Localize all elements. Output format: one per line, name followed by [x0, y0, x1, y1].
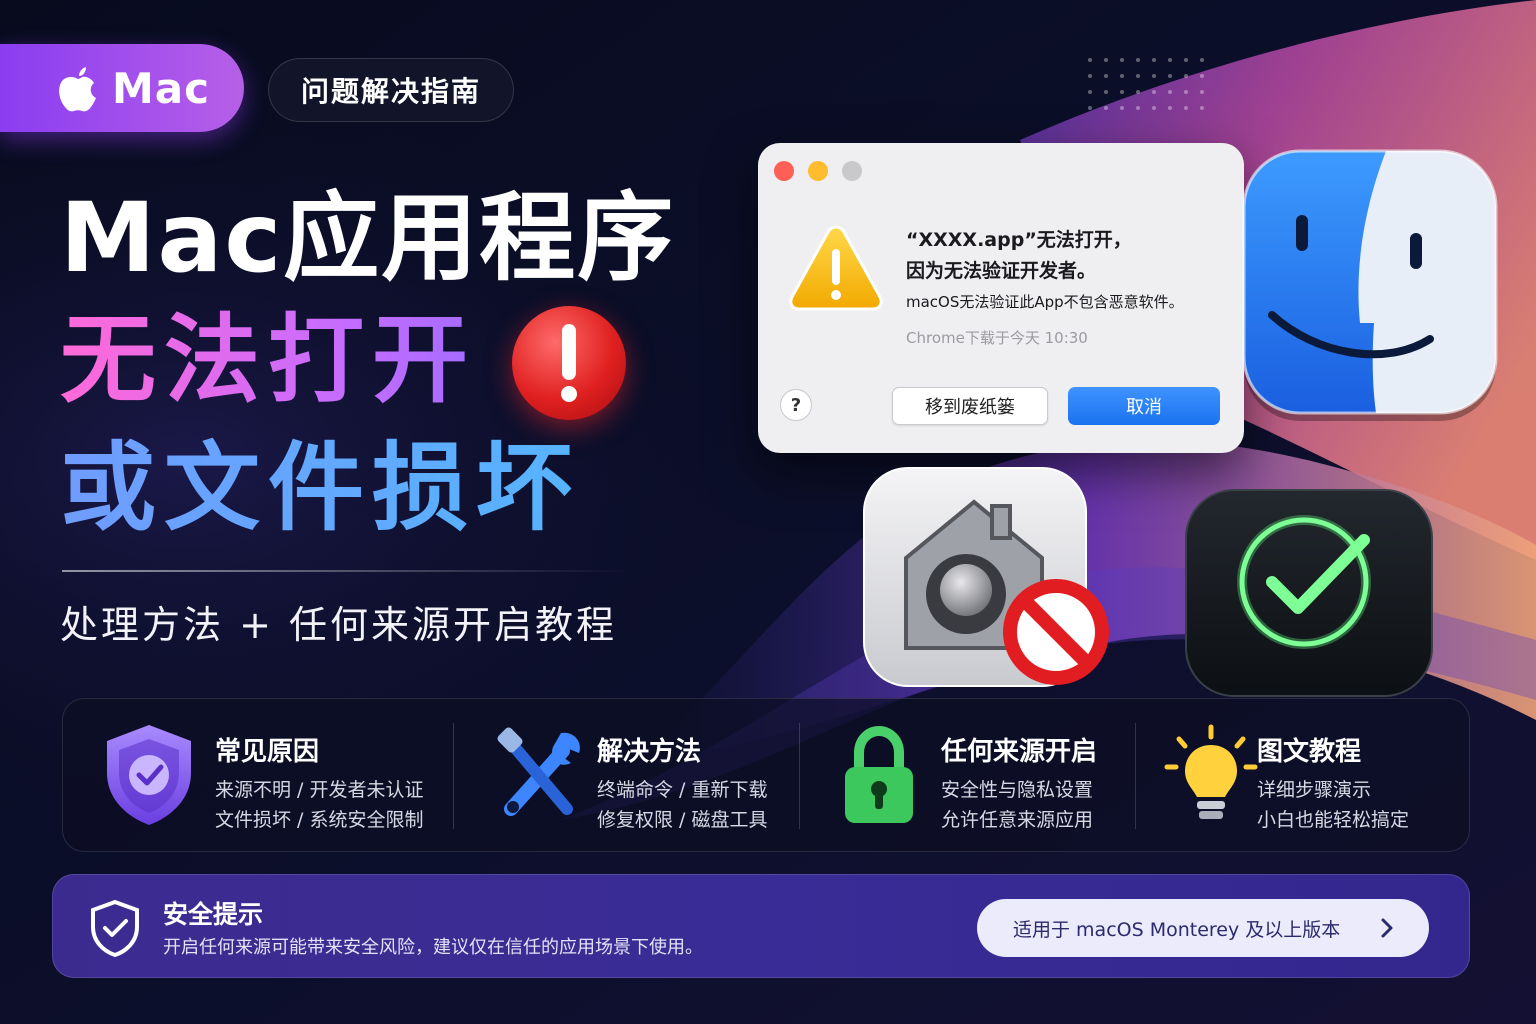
- headline-line-2: 无法打开: [60, 300, 476, 420]
- feature-title: 解决方法: [597, 737, 702, 767]
- feature-line: 修复权限 / 磁盘工具: [597, 809, 768, 831]
- feature-line: 终端命令 / 重新下载: [597, 779, 768, 801]
- success-check-icon: [1185, 489, 1433, 697]
- dialog-body: macOS无法验证此App不包含恶意软件。: [906, 293, 1184, 311]
- dialog-title: “XXXX.app”无法打开， 因为无法验证开发者。: [906, 225, 1226, 287]
- padlock-icon: [845, 725, 913, 823]
- guide-pill: 问题解决指南: [268, 58, 514, 122]
- headline-line-3: 或文件损坏: [60, 428, 580, 548]
- feature-line: 允许任意来源应用: [941, 809, 1094, 831]
- feature-card-solutions[interactable]: 解决方法 终端命令 / 重新下载 修复权限 / 磁盘工具: [453, 699, 799, 853]
- window-zoom-button[interactable]: [842, 161, 862, 181]
- shield-check-outline-icon: [91, 899, 139, 957]
- chevron-right-icon: [1381, 918, 1393, 938]
- lightbulb-icon: [1164, 724, 1258, 819]
- compatibility-label: 适用于 macOS Monterey 及以上版本: [1013, 918, 1341, 941]
- divider: [62, 570, 628, 572]
- feature-line: 文件损坏 / 系统安全限制: [215, 809, 424, 831]
- move-to-trash-button[interactable]: 移到废纸篓: [892, 387, 1048, 425]
- window-minimize-button[interactable]: [808, 161, 828, 181]
- mac-badge: Mac: [0, 44, 244, 132]
- gatekeeper-blocked-icon: [863, 467, 1109, 687]
- window-close-button[interactable]: [774, 161, 794, 181]
- feature-line: 安全性与隐私设置: [941, 779, 1094, 801]
- feature-line: 详细步骤演示: [1257, 779, 1372, 801]
- safety-notice: 安全提示 开启任何来源可能带来安全风险，建议仅在信任的应用场景下使用。 适用于 …: [52, 874, 1470, 978]
- feature-card-tutorial[interactable]: 图文教程 详细步骤演示 小白也能轻松搞定: [1135, 699, 1471, 853]
- feature-title: 常见原因: [215, 737, 320, 767]
- headline-subtitle: 处理方法 + 任何来源开启教程: [60, 603, 617, 647]
- exclamation-alert-icon: [512, 306, 626, 420]
- help-button[interactable]: ?: [780, 389, 812, 421]
- feature-card-any-source[interactable]: 任何来源开启 安全性与隐私设置 允许任意来源应用: [799, 699, 1135, 853]
- cancel-button[interactable]: 取消: [1068, 387, 1220, 425]
- headline-line-1: Mac应用程序: [60, 182, 676, 294]
- shield-check-icon: [107, 725, 191, 825]
- safety-text: 开启任何来源可能带来安全风险，建议仅在信任的应用场景下使用。: [163, 937, 703, 958]
- decorative-dot-grid: [1088, 58, 1204, 110]
- apple-logo-icon: [59, 67, 96, 112]
- compatibility-button[interactable]: 适用于 macOS Monterey 及以上版本: [977, 899, 1429, 957]
- feature-title: 任何来源开启: [941, 737, 1098, 767]
- alert-dialog: “XXXX.app”无法打开， 因为无法验证开发者。 macOS无法验证此App…: [758, 143, 1244, 453]
- feature-line: 小白也能轻松搞定: [1257, 809, 1410, 831]
- feature-panel: 常见原因 来源不明 / 开发者未认证 文件损坏 / 系统安全限制 解决方法 终端…: [62, 698, 1470, 852]
- dialog-title-line-2: 因为无法验证开发者。: [906, 260, 1097, 282]
- dialog-title-line-1: “XXXX.app”无法打开，: [906, 229, 1132, 251]
- feature-line: 来源不明 / 开发者未认证: [215, 779, 424, 801]
- finder-icon: [1242, 149, 1498, 421]
- safety-title: 安全提示: [163, 900, 264, 929]
- dialog-download-meta: Chrome下载于今天 10:30: [906, 329, 1088, 347]
- feature-card-causes[interactable]: 常见原因 来源不明 / 开发者未认证 文件损坏 / 系统安全限制: [63, 699, 453, 853]
- feature-title: 图文教程: [1257, 737, 1362, 767]
- wrench-screwdriver-icon: [497, 727, 580, 816]
- mac-label: Mac: [112, 63, 211, 113]
- warning-triangle-icon: [789, 225, 883, 311]
